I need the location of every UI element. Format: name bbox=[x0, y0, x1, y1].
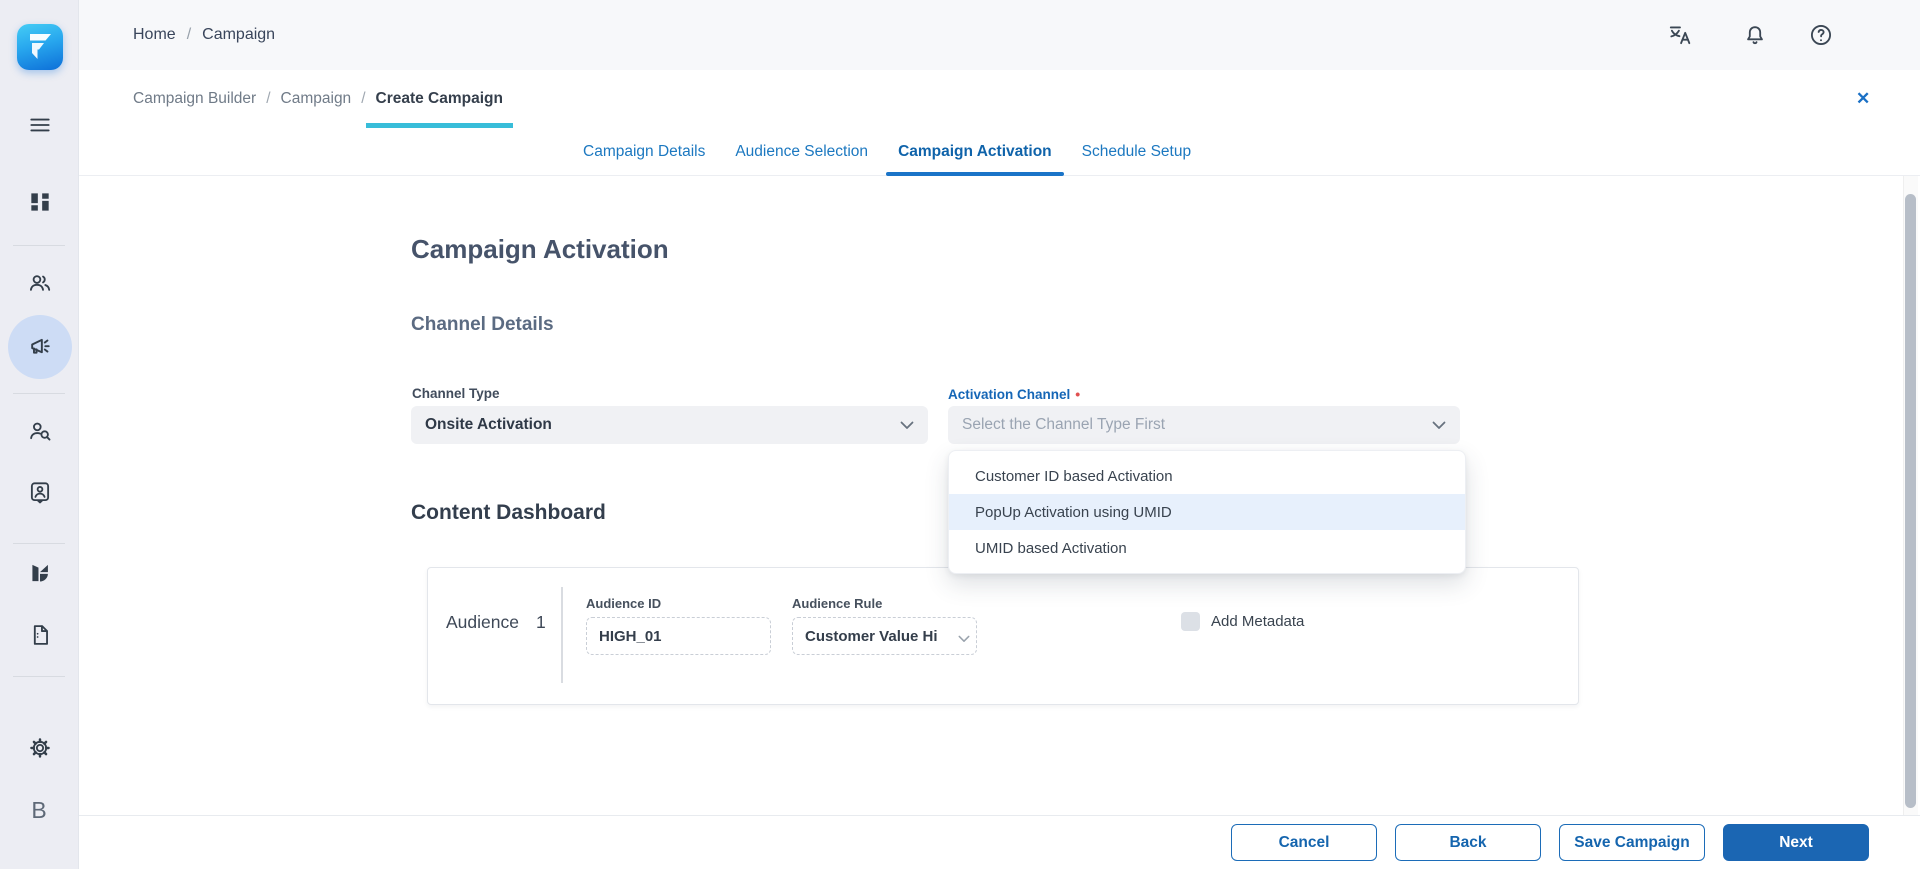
channel-type-select[interactable]: Onsite Activation bbox=[411, 406, 928, 444]
audiences-icon[interactable] bbox=[27, 270, 53, 296]
module-breadcrumb: Campaign Builder / Campaign / Create Cam… bbox=[133, 70, 503, 128]
app-logo[interactable] bbox=[17, 24, 63, 70]
chevron-down-icon bbox=[900, 421, 914, 430]
chevron-down-icon bbox=[958, 630, 970, 647]
wizard-tabs: Campaign Details Audience Selection Camp… bbox=[78, 128, 1920, 176]
top-header: Home / Campaign bbox=[78, 0, 1920, 70]
sidebar-divider bbox=[13, 543, 65, 544]
dashboard-icon[interactable] bbox=[27, 189, 53, 215]
menu-icon[interactable] bbox=[27, 112, 53, 138]
add-metadata-label: Add Metadata bbox=[1211, 613, 1304, 630]
audience-number: 1 bbox=[536, 612, 546, 633]
channel-type-value: Onsite Activation bbox=[425, 416, 552, 434]
sidebar: B bbox=[0, 0, 79, 869]
audience-id-label: Audience ID bbox=[586, 596, 661, 611]
settings-gear-icon[interactable] bbox=[27, 735, 53, 761]
sidebar-item-campaign-active[interactable] bbox=[8, 315, 72, 379]
cancel-button[interactable]: Cancel bbox=[1231, 824, 1377, 861]
activation-channel-dropdown: Customer ID based Activation PopUp Activ… bbox=[948, 450, 1466, 574]
channel-type-label: Channel Type bbox=[412, 386, 500, 401]
sidebar-user-badge[interactable]: B bbox=[0, 797, 78, 824]
add-metadata-checkbox[interactable] bbox=[1181, 612, 1200, 631]
breadcrumb-home[interactable]: Home bbox=[133, 26, 176, 44]
content-dashboard-heading: Content Dashboard bbox=[411, 501, 606, 525]
activation-channel-select[interactable]: Select the Channel Type First bbox=[948, 406, 1460, 444]
breadcrumb-campaign-builder[interactable]: Campaign Builder bbox=[133, 90, 256, 108]
breadcrumb-campaign[interactable]: Campaign bbox=[202, 26, 275, 44]
option-popup-activation-umid[interactable]: PopUp Activation using UMID bbox=[949, 494, 1465, 530]
scrollbar-thumb[interactable] bbox=[1905, 194, 1916, 808]
breadcrumb-separator: / bbox=[187, 26, 191, 44]
sidebar-divider bbox=[13, 676, 65, 677]
translate-icon[interactable] bbox=[1667, 22, 1693, 48]
audience-card: Audience 1 Audience ID Audience Rule Cus… bbox=[427, 567, 1579, 705]
create-campaign-page: B Home / Campaign bbox=[0, 0, 1920, 869]
next-button[interactable]: Next bbox=[1723, 824, 1869, 861]
sidebar-divider bbox=[13, 393, 65, 394]
required-marker: • bbox=[1075, 386, 1080, 402]
channel-details-heading: Channel Details bbox=[411, 314, 554, 336]
audience-row-title: Audience 1 bbox=[446, 612, 546, 633]
chevron-down-icon bbox=[1432, 421, 1446, 430]
audience-rule-value: Customer Value High bbox=[805, 628, 937, 645]
breadcrumb: Home / Campaign bbox=[133, 0, 275, 70]
tab-schedule-setup[interactable]: Schedule Setup bbox=[1070, 128, 1203, 175]
save-campaign-button[interactable]: Save Campaign bbox=[1559, 824, 1705, 861]
document-icon[interactable] bbox=[27, 622, 53, 648]
brand-logo-icon bbox=[18, 25, 62, 69]
audience-rule-select[interactable]: Customer Value High bbox=[792, 617, 977, 655]
close-icon[interactable]: ✕ bbox=[1856, 70, 1870, 128]
activation-channel-placeholder: Select the Channel Type First bbox=[962, 416, 1165, 434]
audience-label: Audience bbox=[446, 612, 519, 633]
activation-channel-label: Activation Channel• bbox=[948, 386, 1080, 402]
sidebar-divider bbox=[13, 245, 65, 246]
user-search-icon[interactable] bbox=[27, 418, 53, 444]
contact-badge-icon[interactable] bbox=[27, 479, 53, 505]
breadcrumb-separator: / bbox=[266, 90, 270, 108]
tab-campaign-activation[interactable]: Campaign Activation bbox=[886, 128, 1064, 175]
page-title: Campaign Activation bbox=[411, 234, 669, 265]
breadcrumb-campaign[interactable]: Campaign bbox=[281, 90, 352, 108]
tab-audience-selection[interactable]: Audience Selection bbox=[723, 128, 880, 175]
option-umid-activation[interactable]: UMID based Activation bbox=[949, 530, 1465, 566]
k-module-icon[interactable] bbox=[27, 560, 53, 586]
wizard-footer: Cancel Back Save Campaign Next bbox=[78, 815, 1920, 869]
megaphone-icon bbox=[27, 334, 54, 361]
notifications-bell-icon[interactable] bbox=[1742, 22, 1768, 48]
help-icon[interactable] bbox=[1808, 22, 1834, 48]
audience-id-input[interactable] bbox=[586, 617, 771, 655]
option-customer-id-activation[interactable]: Customer ID based Activation bbox=[949, 458, 1465, 494]
module-subheader: Campaign Builder / Campaign / Create Cam… bbox=[78, 70, 1920, 129]
breadcrumb-separator: / bbox=[361, 90, 365, 108]
audience-rule-label: Audience Rule bbox=[792, 596, 882, 611]
back-button[interactable]: Back bbox=[1395, 824, 1541, 861]
breadcrumb-create-campaign[interactable]: Create Campaign bbox=[376, 90, 503, 108]
vertical-divider bbox=[561, 587, 563, 683]
tab-campaign-details[interactable]: Campaign Details bbox=[571, 128, 717, 175]
